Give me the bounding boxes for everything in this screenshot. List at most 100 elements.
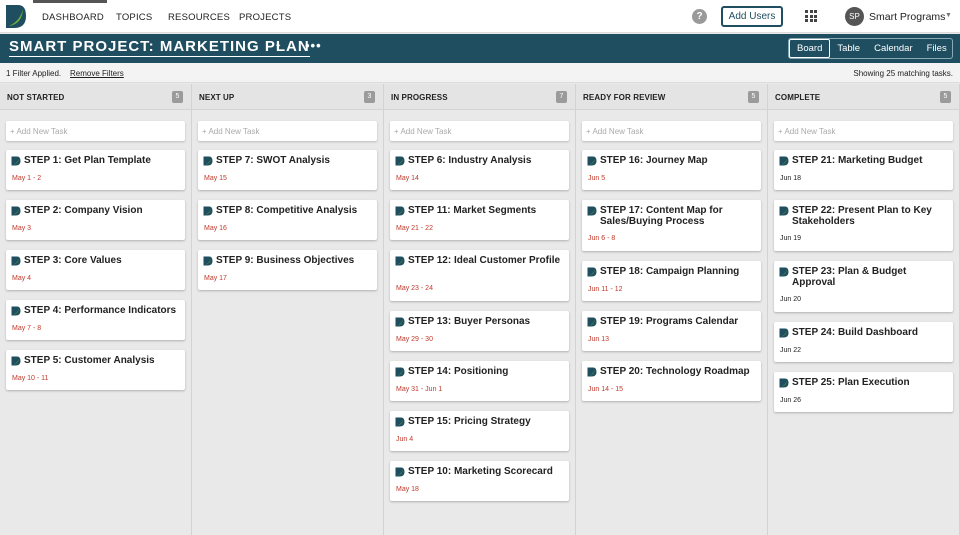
task-due-date: May 1 - 2 xyxy=(12,175,42,182)
remove-filters-link[interactable]: Remove Filters xyxy=(70,69,124,78)
task-due-date: May 18 xyxy=(396,486,419,493)
task-card[interactable]: STEP 7: SWOT Analysis May 15 xyxy=(198,150,377,190)
task-logo-icon xyxy=(779,267,789,277)
column-title: COMPLETE xyxy=(775,93,821,102)
task-card[interactable]: STEP 2: Company Vision May 3 xyxy=(6,200,185,240)
column-title: NEXT UP xyxy=(199,93,235,102)
filter-bar: 1 Filter Applied. Remove Filters Showing… xyxy=(0,63,960,83)
task-logo-icon xyxy=(395,206,405,216)
task-card[interactable]: STEP 5: Customer Analysis May 10 - 11 xyxy=(6,350,185,390)
task-card[interactable]: STEP 23: Plan & Budget Approval Jun 20 xyxy=(774,261,953,312)
task-title: STEP 24: Build Dashboard xyxy=(792,327,918,338)
task-card[interactable]: STEP 10: Marketing Scorecard May 18 xyxy=(390,461,569,501)
apps-grid-icon[interactable] xyxy=(805,10,817,22)
task-due-date: May 21 - 22 xyxy=(396,225,433,232)
task-due-date: Jun 14 - 15 xyxy=(588,386,624,393)
column-title: NOT STARTED xyxy=(7,93,65,102)
task-card[interactable]: STEP 6: Industry Analysis May 14 xyxy=(390,150,569,190)
task-card[interactable]: STEP 1: Get Plan Template May 1 - 2 xyxy=(6,150,185,190)
task-logo-icon xyxy=(395,156,405,166)
task-card[interactable]: STEP 16: Journey Map Jun 5 xyxy=(582,150,761,190)
column-header: IN PROGRESS 7 xyxy=(384,84,575,110)
task-logo-icon xyxy=(779,156,789,166)
column-ready-for-review: READY FOR REVIEW 5 + Add New Task STEP 16: … xyxy=(576,84,768,535)
nav-topics[interactable]: TOPICS xyxy=(116,12,152,23)
task-logo-icon xyxy=(203,256,213,266)
task-logo-icon xyxy=(11,356,21,366)
task-card[interactable]: STEP 8: Competitive Analysis May 16 xyxy=(198,200,377,240)
app-logo-icon[interactable] xyxy=(5,4,27,29)
task-logo-icon xyxy=(779,378,789,388)
add-new-task-input[interactable]: + Add New Task xyxy=(582,121,761,141)
add-new-task-input[interactable]: + Add New Task xyxy=(774,121,953,141)
task-card[interactable]: STEP 21: Marketing Budget Jun 18 xyxy=(774,150,953,190)
task-card[interactable]: STEP 11: Market Segments May 21 - 22 xyxy=(390,200,569,240)
column-count-badge: 5 xyxy=(172,91,183,103)
task-logo-icon xyxy=(587,367,597,377)
task-card[interactable]: STEP 18: Campaign Planning Jun 11 - 12 xyxy=(582,261,761,301)
help-icon[interactable]: ? xyxy=(692,9,707,24)
user-name[interactable]: Smart Programs xyxy=(869,11,945,23)
task-due-date: May 7 - 8 xyxy=(12,325,42,332)
task-logo-icon xyxy=(395,256,405,266)
column-complete: COMPLETE 5 + Add New Task STEP 21: Marketin… xyxy=(768,84,960,535)
tab-calendar[interactable]: Calendar xyxy=(867,39,920,58)
nav-projects[interactable]: PROJECTS xyxy=(239,12,291,23)
project-title-chevron-down-icon[interactable]: ⌄ xyxy=(274,39,282,50)
view-switcher: Board Table Calendar Files xyxy=(788,38,953,59)
task-due-date: May 16 xyxy=(204,225,227,232)
task-card[interactable]: STEP 13: Buyer Personas May 29 - 30 xyxy=(390,311,569,351)
task-title: STEP 23: Plan & Budget Approval xyxy=(792,266,907,288)
task-card[interactable]: STEP 20: Technology Roadmap Jun 14 - 15 xyxy=(582,361,761,401)
task-card[interactable]: STEP 15: Pricing Strategy Jun 4 xyxy=(390,411,569,451)
task-card[interactable]: STEP 9: Business Objectives May 17 xyxy=(198,250,377,290)
task-due-date: Jun 19 xyxy=(780,235,802,242)
tab-board[interactable]: Board xyxy=(789,39,831,58)
task-title: STEP 12: Ideal Customer Profile xyxy=(408,255,561,266)
task-due-date: Jun 5 xyxy=(588,175,606,182)
task-due-date: May 3 xyxy=(12,225,32,232)
task-logo-icon xyxy=(587,267,597,277)
nav-dashboard[interactable]: DASHBOARD xyxy=(42,12,104,23)
task-due-date: Jun 6 - 8 xyxy=(588,235,616,242)
task-logo-icon xyxy=(11,206,21,216)
task-due-date: May 17 xyxy=(204,275,227,282)
task-title: STEP 19: Programs Calendar xyxy=(600,316,739,327)
task-title: STEP 21: Marketing Budget xyxy=(792,155,923,166)
tab-table[interactable]: Table xyxy=(830,39,867,58)
task-card[interactable]: STEP 17: Content Map for Sales/Buying Pr… xyxy=(582,200,761,251)
task-card[interactable]: STEP 25: Plan Execution Jun 26 xyxy=(774,372,953,412)
add-new-task-input[interactable]: + Add New Task xyxy=(198,121,377,141)
project-title[interactable]: SMART PROJECT: MARKETING PLAN xyxy=(9,39,310,57)
task-title: STEP 25: Plan Execution xyxy=(792,377,910,388)
user-avatar[interactable]: SP xyxy=(845,7,864,26)
task-due-date: Jun 18 xyxy=(780,175,802,182)
tab-files[interactable]: Files xyxy=(920,39,954,58)
task-card[interactable]: STEP 12: Ideal Customer Profile May 23 - … xyxy=(390,250,569,301)
task-due-date: May 23 - 24 xyxy=(396,285,433,292)
task-logo-icon xyxy=(11,156,21,166)
filter-status-text: 1 Filter Applied. xyxy=(6,69,62,78)
task-card[interactable]: STEP 24: Build Dashboard Jun 22 xyxy=(774,322,953,362)
task-logo-icon xyxy=(779,328,789,338)
task-card[interactable]: STEP 4: Performance Indicators May 7 - 8 xyxy=(6,300,185,340)
task-title: STEP 17: Content Map for Sales/Buying Pr… xyxy=(600,205,723,227)
task-title: STEP 1: Get Plan Template xyxy=(24,155,151,166)
task-card[interactable]: STEP 19: Programs Calendar Jun 13 xyxy=(582,311,761,351)
task-due-date: May 14 xyxy=(396,175,419,182)
project-more-icon[interactable]: ••• xyxy=(305,38,322,53)
nav-resources[interactable]: RESOURCES xyxy=(168,12,230,23)
task-card[interactable]: STEP 14: Positioning May 31 - Jun 1 xyxy=(390,361,569,401)
task-logo-icon xyxy=(587,156,597,166)
user-menu-caret-icon[interactable]: ▼ xyxy=(945,12,952,19)
task-title: STEP 2: Company Vision xyxy=(24,205,143,216)
add-new-task-input[interactable]: + Add New Task xyxy=(6,121,185,141)
task-title: STEP 16: Journey Map xyxy=(600,155,708,166)
task-card[interactable]: STEP 22: Present Plan to Key Stakeholder… xyxy=(774,200,953,251)
task-title: STEP 6: Industry Analysis xyxy=(408,155,532,166)
task-title: STEP 7: SWOT Analysis xyxy=(216,155,330,166)
add-users-button[interactable]: Add Users xyxy=(721,6,783,27)
add-new-task-input[interactable]: + Add New Task xyxy=(390,121,569,141)
top-nav: DASHBOARD TOPICS RESOURCES PROJECTS ? Ad… xyxy=(0,0,960,33)
task-card[interactable]: STEP 3: Core Values May 4 xyxy=(6,250,185,290)
